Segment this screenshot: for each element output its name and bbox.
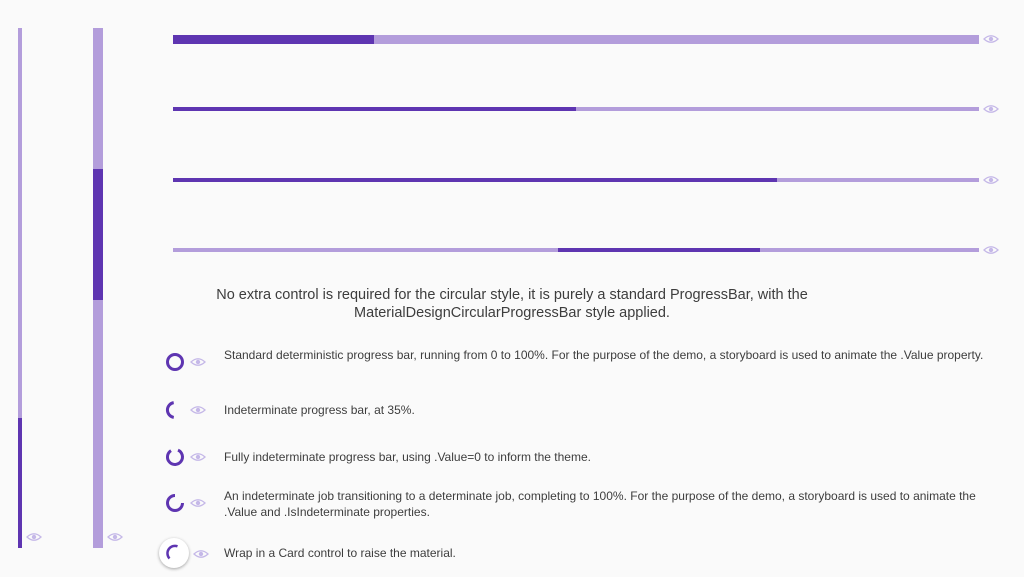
vertical-progress-wide <box>93 28 103 548</box>
vertical-progress-thin <box>18 28 22 548</box>
eye-icon[interactable] <box>190 452 206 462</box>
eye-icon[interactable] <box>190 405 206 415</box>
eye-icon[interactable] <box>193 549 209 559</box>
circular-style-caption: No extra control is required for the cir… <box>210 286 814 322</box>
circular-progress-standard <box>166 353 184 371</box>
caption-line-2: MaterialDesignCircularProgressBar style … <box>354 305 670 321</box>
eye-icon-glyph <box>193 550 209 558</box>
card <box>159 538 189 568</box>
circular-progress-card <box>166 544 178 560</box>
eye-icon-glyph <box>190 358 206 366</box>
horizontal-progress-thick-fill <box>173 35 374 44</box>
horizontal-progress-75-fill <box>173 178 777 182</box>
circular-transition-description: An indeterminate job transitioning to a … <box>224 489 976 519</box>
eye-icon-glyph <box>983 176 999 184</box>
eye-icon[interactable] <box>107 532 123 542</box>
eye-icon-glyph <box>190 453 206 461</box>
circular-progress-transition <box>166 494 184 512</box>
eye-icon-glyph <box>26 533 42 541</box>
circular-standard-description: Standard deterministic progress bar, run… <box>224 348 984 362</box>
eye-icon[interactable] <box>190 357 206 367</box>
eye-icon[interactable] <box>983 175 999 185</box>
caption-line-1: No extra control is required for the cir… <box>216 287 808 303</box>
eye-icon[interactable] <box>983 245 999 255</box>
circular-progress-full-indeterminate <box>166 448 184 466</box>
horizontal-progress-50-fill <box>173 107 576 111</box>
circular-card-description: Wrap in a Card control to raise the mate… <box>224 546 456 560</box>
eye-icon[interactable] <box>983 34 999 44</box>
eye-icon[interactable] <box>190 498 206 508</box>
eye-icon-glyph <box>190 499 206 507</box>
circular-35-description: Indeterminate progress bar, at 35%. <box>224 403 415 417</box>
eye-icon-glyph <box>983 246 999 254</box>
eye-icon-glyph <box>983 35 999 43</box>
horizontal-progress-indeterminate-fill <box>558 248 760 252</box>
eye-icon-glyph <box>983 105 999 113</box>
horizontal-progress-thick <box>173 35 979 44</box>
eye-icon[interactable] <box>983 104 999 114</box>
eye-icon[interactable] <box>26 532 42 542</box>
eye-icon-glyph <box>107 533 123 541</box>
circular-progress-35 <box>165 401 175 419</box>
vertical-progress-thin-fill <box>18 418 22 548</box>
horizontal-progress-indeterminate <box>173 248 979 252</box>
vertical-progress-wide-fill <box>93 169 103 300</box>
eye-icon-glyph <box>190 406 206 414</box>
circular-full-indeterminate-description: Fully indeterminate progress bar, using … <box>224 450 591 464</box>
horizontal-progress-50 <box>173 107 979 111</box>
horizontal-progress-75 <box>173 178 979 182</box>
